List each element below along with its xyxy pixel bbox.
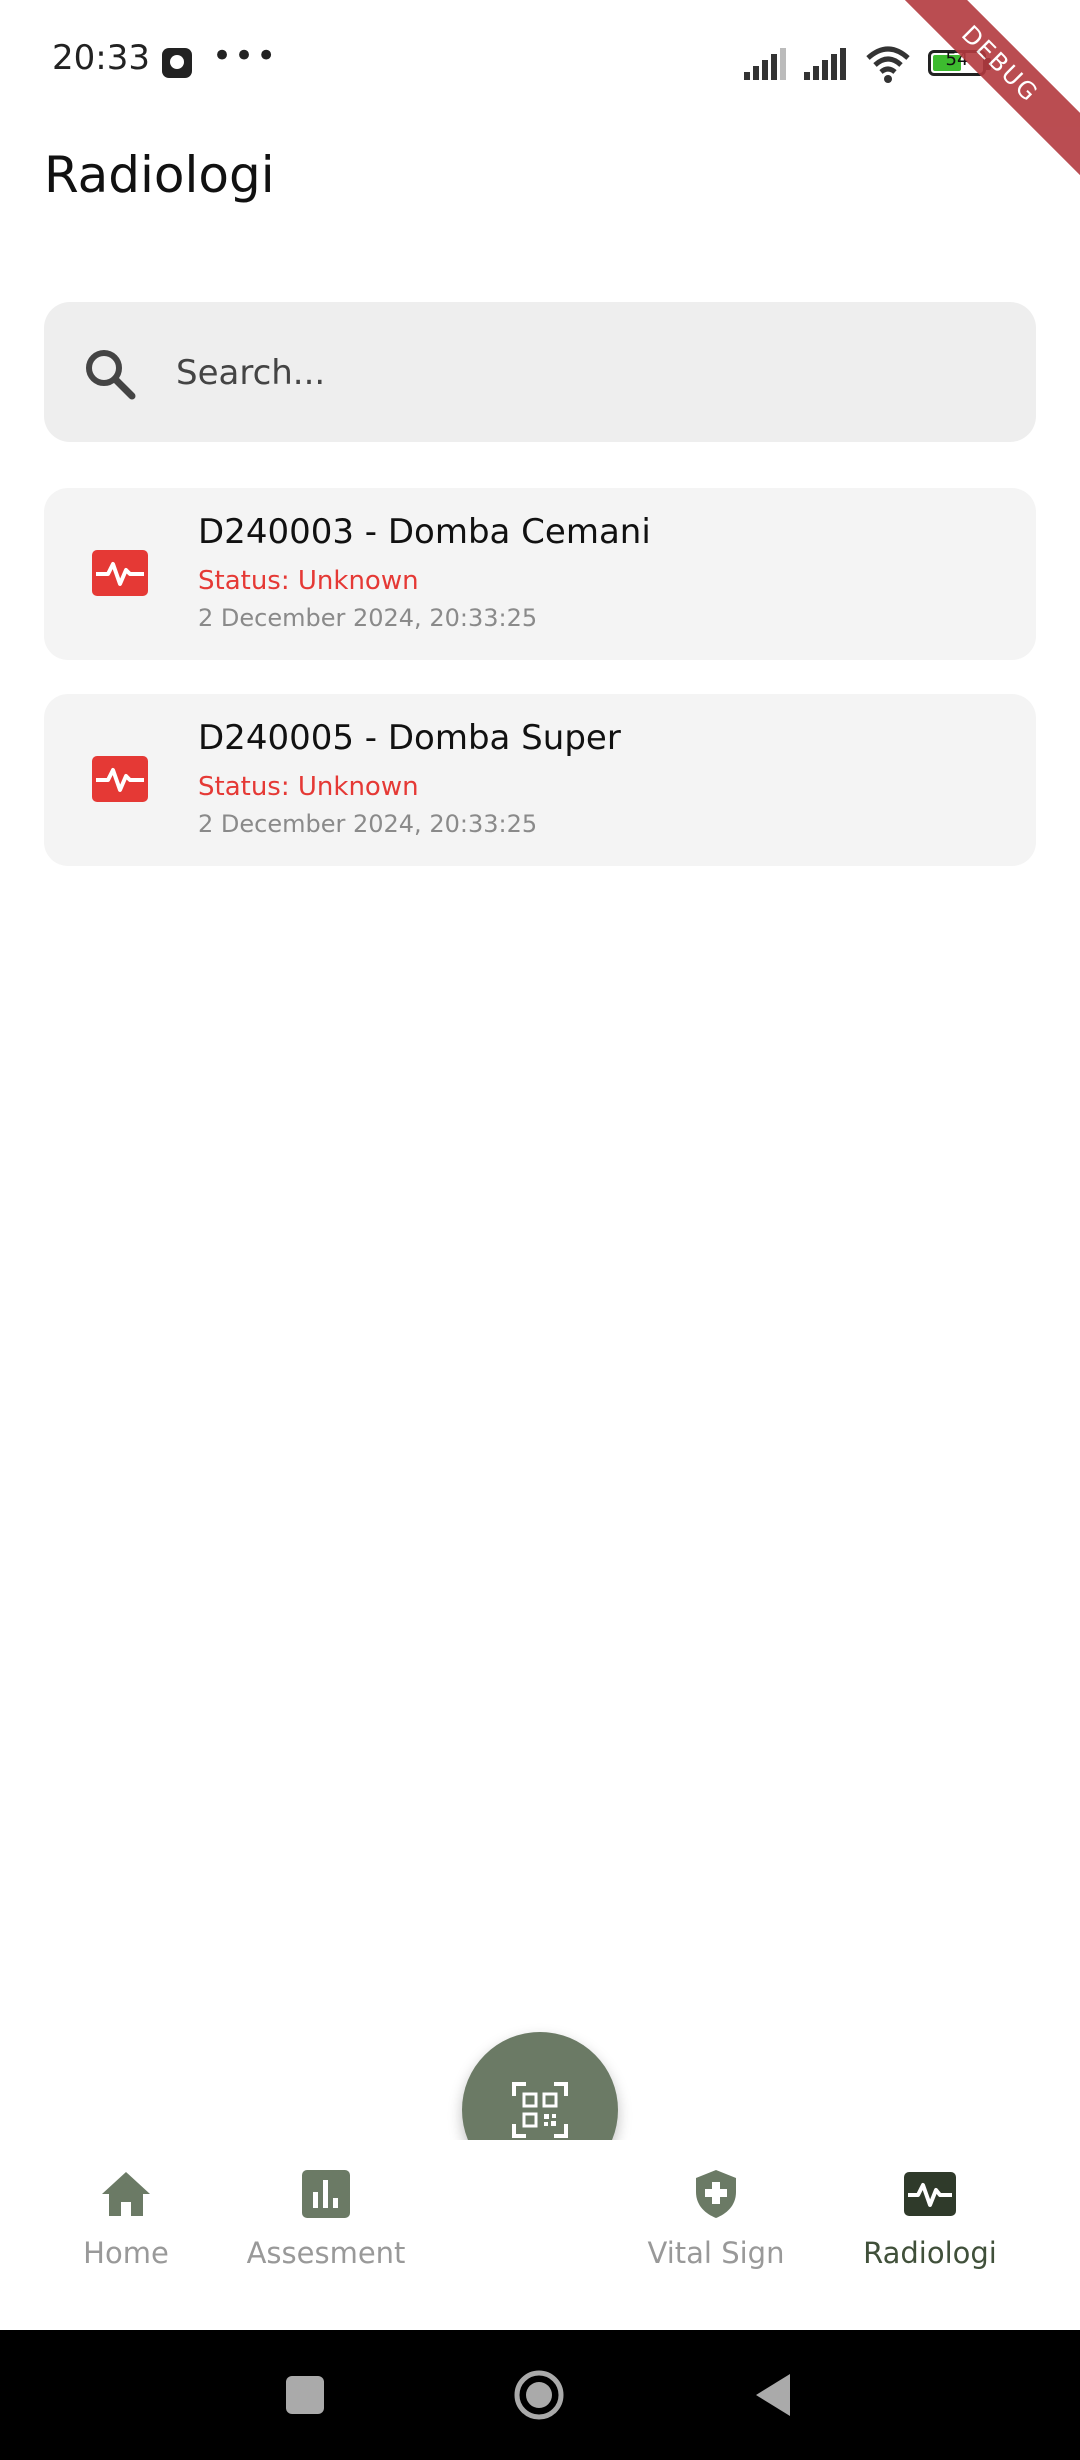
recent-apps-button[interactable] — [278, 2368, 332, 2422]
home-button[interactable] — [512, 2368, 566, 2422]
record-title: D240003 - Domba Cemani — [198, 512, 651, 552]
nav-item-home[interactable]: Home — [26, 2168, 226, 2308]
nav-item-radiologi[interactable]: Radiologi — [830, 2168, 1030, 2308]
page-title: Radiologi — [44, 146, 275, 204]
bottom-navigation: Home Assesment Vital Sign Radiologi — [0, 2140, 1080, 2330]
search-icon — [86, 350, 136, 400]
nav-item-vital-sign[interactable]: Vital Sign — [616, 2168, 816, 2308]
record-date: 2 December 2024, 20:33:25 — [198, 604, 538, 632]
more-notifications-icon: ••• — [212, 36, 279, 76]
signal-icon-2 — [804, 48, 846, 80]
bar-chart-icon — [302, 2170, 350, 2218]
pulse-monitor-icon — [92, 756, 148, 802]
qr-scan-icon — [512, 2082, 568, 2138]
shield-plus-icon — [696, 2170, 736, 2218]
home-icon — [102, 2172, 150, 2216]
record-title: D240005 - Domba Super — [198, 718, 621, 758]
status-time: 20:33 — [52, 38, 150, 78]
status-bar: 20:33 ••• 54 DEBUG — [0, 0, 1080, 186]
record-status: Status: Unknown — [198, 566, 419, 596]
nav-label: Home — [83, 2236, 169, 2270]
system-navigation-bar — [0, 2330, 1080, 2460]
signal-icon — [744, 48, 786, 80]
pulse-monitor-icon — [92, 550, 148, 596]
nav-item-assesment[interactable]: Assesment — [226, 2168, 426, 2308]
list-item[interactable]: D240005 - Domba Super Status: Unknown 2 … — [44, 694, 1036, 866]
list-item[interactable]: D240003 - Domba Cemani Status: Unknown 2… — [44, 488, 1036, 660]
nav-label: Vital Sign — [647, 2236, 785, 2270]
record-date: 2 December 2024, 20:33:25 — [198, 810, 538, 838]
back-button[interactable] — [748, 2368, 802, 2422]
debug-ribbon: DEBUG — [878, 0, 1080, 186]
notification-app-icon — [162, 48, 192, 78]
nav-label: Radiologi — [863, 2236, 997, 2270]
pulse-monitor-icon — [904, 2172, 956, 2216]
search-input[interactable] — [174, 342, 998, 404]
wifi-icon — [866, 46, 910, 83]
record-status: Status: Unknown — [198, 772, 419, 802]
search-bar[interactable] — [44, 302, 1036, 442]
nav-label: Assesment — [246, 2236, 406, 2270]
